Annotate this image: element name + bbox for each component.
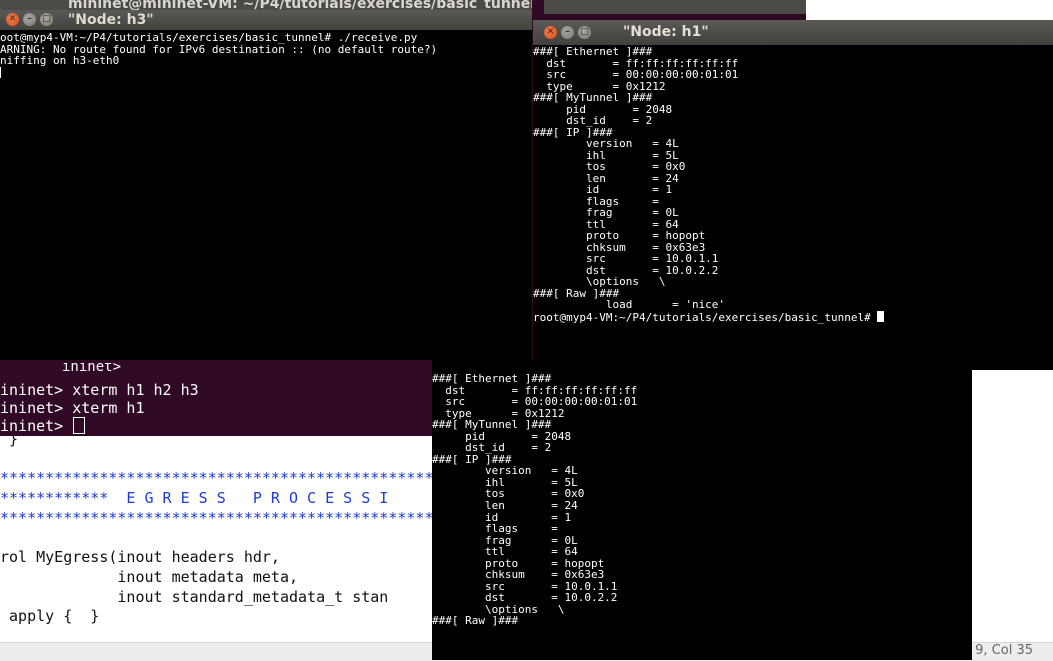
terminal-line: proto = hopopt xyxy=(533,229,706,242)
terminal-line: ininet> xyxy=(0,417,199,436)
editor-line: apply { } xyxy=(0,607,100,626)
node-h2-window[interactable]: ###[ Ethernet ]### dst = ff:ff:ff:ff:ff:… xyxy=(432,360,972,660)
close-button[interactable]: ✕ xyxy=(544,26,557,39)
terminal-line: len = 24 xyxy=(432,499,578,513)
editor-line: ************ E G R E S S P R O C E S S I xyxy=(0,489,389,508)
terminal-line: root@myp4-VM:~/P4/tutorials/exercises/ba… xyxy=(533,310,1053,324)
terminal-line: src = 00:00:00:00:01:01 xyxy=(533,68,739,81)
terminal-line: oot@myp4-VM:~/P4/tutorials/exercises/bas… xyxy=(0,32,418,44)
cursor-position: 9, Col 35 xyxy=(975,643,1033,658)
terminal-line: version = 4L xyxy=(533,137,679,150)
minimize-icon: – xyxy=(565,27,570,37)
editor-text[interactable]: } **************************************… xyxy=(0,430,452,627)
close-icon: ✕ xyxy=(8,14,17,24)
h2-titlebar[interactable] xyxy=(432,360,972,372)
terminal-line: flags = xyxy=(432,522,558,536)
mininet-output[interactable]: ininet> xterm h1 h2 h3 ininet> xterm h1 … xyxy=(0,381,199,436)
editor-line: ****************************************… xyxy=(0,469,452,488)
maximize-icon: □ xyxy=(580,27,589,37)
terminal-line: dst_id = 2 xyxy=(432,441,552,455)
editor-line: inout metadata meta, xyxy=(0,567,299,586)
terminal-line: frag = 0L xyxy=(533,206,679,219)
terminal-line: ###[ Ethernet ]### xyxy=(533,46,653,58)
node-h1-window[interactable]: ✕ – □ "Node: h1" ###[ Ethernet ]### dst … xyxy=(533,20,1053,370)
node-h3-window[interactable]: ✕ – □ "Node: h3" oot@myp4-VM:~/P4/tutori… xyxy=(0,10,533,360)
h3-terminal-output[interactable]: oot@myp4-VM:~/P4/tutorials/exercises/bas… xyxy=(0,32,533,360)
h3-titlebar[interactable]: ✕ – □ "Node: h3" xyxy=(0,10,533,30)
minimize-icon: – xyxy=(27,14,32,24)
maximize-icon: □ xyxy=(42,14,51,24)
terminal-line: ###[ Ethernet ]### xyxy=(432,373,552,385)
h1-terminal-output[interactable]: ###[ Ethernet ]### dst = ff:ff:ff:ff:ff:… xyxy=(533,46,1053,370)
terminal-line: niffing on h3-eth0 xyxy=(0,54,120,67)
mininet-partial-line: ininet> xyxy=(62,363,122,373)
terminal-line: ininet> xterm h1 xyxy=(0,398,145,417)
terminal-line: ininet> xterm h1 h2 h3 xyxy=(0,381,199,399)
h2-terminal-output[interactable]: ###[ Ethernet ]### dst = ff:ff:ff:ff:ff:… xyxy=(432,373,972,660)
terminal-line: ###[ Raw ]### xyxy=(432,614,519,628)
terminal-line: src = 00:00:00:00:01:01 xyxy=(432,395,638,409)
minimize-button[interactable]: – xyxy=(561,26,574,39)
close-icon: ✕ xyxy=(546,27,555,37)
minimize-button[interactable]: – xyxy=(23,13,36,26)
terminal-line: ###[ MyTunnel ]### xyxy=(432,418,552,432)
terminal-line: src = 10.0.1.1 xyxy=(533,252,719,265)
text-cursor xyxy=(73,417,86,434)
terminal-line: tos = 0x0 xyxy=(533,160,686,173)
h1-window-title: "Node: h1" xyxy=(623,24,709,40)
terminal-line: ###[ MyTunnel ]### xyxy=(533,91,653,104)
text-cursor xyxy=(877,310,885,322)
maximize-button[interactable]: □ xyxy=(40,13,53,26)
text-cursor xyxy=(0,66,1,78)
close-button[interactable]: ✕ xyxy=(6,13,19,26)
editor-line: ****************************************… xyxy=(0,508,452,527)
h1-titlebar[interactable]: ✕ – □ "Node: h1" xyxy=(533,20,1053,45)
terminal-line: \options \ xyxy=(533,275,666,288)
terminal-line: dst_id = 2 xyxy=(533,114,653,127)
terminal-line xyxy=(0,66,533,81)
terminal-prompt: root@myp4-VM:~/P4/tutorials/exercises/ba… xyxy=(533,310,878,324)
h3-window-title: "Node: h3" xyxy=(68,12,154,28)
terminal-line: id = 1 xyxy=(533,183,673,196)
editor-line: rol MyEgress(inout headers hdr, xyxy=(0,548,280,567)
maximize-button[interactable]: □ xyxy=(578,26,591,39)
terminal-prompt: ininet> xyxy=(0,417,73,435)
terminal-line: load = 'nice' xyxy=(533,298,726,311)
editor-line: inout standard_metadata_t stan xyxy=(0,587,389,606)
